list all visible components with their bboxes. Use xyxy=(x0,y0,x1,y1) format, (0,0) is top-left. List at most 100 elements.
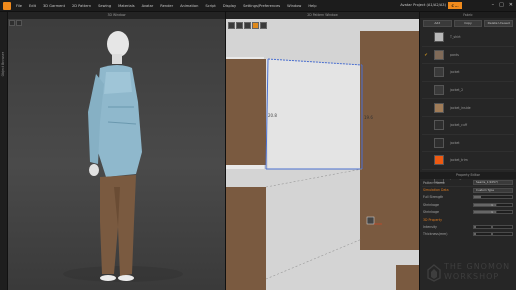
delete-unused-button[interactable]: Delete Unused xyxy=(484,20,514,27)
property-label: Thickness(mm) xyxy=(423,232,448,237)
property-slider[interactable]: 0 xyxy=(473,232,513,237)
3d-window-title: 3D Window xyxy=(8,12,225,19)
property-row: 3D Property xyxy=(420,216,516,223)
slider-value: 0 xyxy=(491,232,493,237)
property-label: Intensity xyxy=(423,225,437,230)
fabric-item[interactable]: jacket_inside xyxy=(422,99,514,117)
copy-fabric-button[interactable]: Copy xyxy=(453,20,483,27)
fabric-swatch[interactable] xyxy=(434,67,444,78)
slider-value: 100 xyxy=(491,210,497,215)
property-row: Shrinkage 100 xyxy=(420,209,516,216)
2d-window-title: 2D Pattern Window xyxy=(226,12,419,19)
fabric-name: jacket_cuff xyxy=(450,123,468,128)
fabric-swatch[interactable] xyxy=(434,155,444,166)
property-row: Full Strength xyxy=(420,194,516,201)
fabric-swatch[interactable] xyxy=(434,120,444,131)
fabric-swatch[interactable] xyxy=(434,85,444,96)
menu-display[interactable]: Display xyxy=(223,4,236,8)
fabric-name: pants xyxy=(450,52,459,57)
brand-chip[interactable]: C ... xyxy=(448,2,462,9)
property-label: Full Strength xyxy=(423,195,444,200)
fabric-name: jacket_trim xyxy=(450,158,468,163)
property-slider[interactable] xyxy=(473,195,513,200)
property-value-field[interactable]: Custom Type xyxy=(473,187,513,193)
menu-window[interactable]: Window xyxy=(287,4,301,8)
fabric-item[interactable]: jacket_trim xyxy=(422,152,514,170)
menu-3d-garment[interactable]: 3D Garment xyxy=(43,4,65,8)
menu-file[interactable]: File xyxy=(16,4,22,8)
slider-value: 0 xyxy=(491,225,493,230)
fabric-name: jacket xyxy=(450,140,460,145)
menu-render[interactable]: Render xyxy=(160,4,173,8)
fabric-name: jacket_inside xyxy=(450,105,471,110)
gnomon-watermark: THE GNOMON WORKSHOP xyxy=(422,258,516,290)
measure-label-1: 20.8 xyxy=(268,113,277,118)
fabric-item[interactable]: jacket xyxy=(422,135,514,153)
property-value-field[interactable]: Seams_1(1057) xyxy=(473,180,513,186)
menu-2d-pattern[interactable]: 2D Pattern xyxy=(72,4,91,8)
fabric-swatch[interactable] xyxy=(434,32,444,43)
maximize-icon[interactable]: □ xyxy=(499,2,504,8)
gnomon-logo-icon xyxy=(427,264,441,282)
menu-sewing[interactable]: Sewing xyxy=(98,4,111,8)
fabric-item[interactable]: ✔ pants xyxy=(422,47,514,65)
add-fabric-button[interactable]: Add xyxy=(423,20,452,27)
property-label: Shrinkage xyxy=(423,202,439,207)
fabric-swatch[interactable] xyxy=(434,102,444,113)
watermark-line1: THE GNOMON xyxy=(444,262,511,271)
segment-sewing-icon[interactable] xyxy=(260,22,267,29)
avatar-figure xyxy=(63,31,183,282)
3d-view-mode-icon[interactable] xyxy=(9,20,15,26)
2d-pattern-window[interactable]: 2D Pattern Window 20.8 19.6 xyxy=(226,12,420,290)
3d-display-icon[interactable] xyxy=(16,20,22,26)
property-label: Pattern Name xyxy=(423,180,445,185)
slider-fill xyxy=(474,196,481,199)
menu-materials[interactable]: Materials xyxy=(118,4,134,8)
fabric-list: T_shirt ✔ pants jacket jacket_2 jacket_inside… xyxy=(420,29,516,188)
slider-fill xyxy=(474,233,476,236)
sewing-tool-icon[interactable] xyxy=(252,22,259,29)
property-slider[interactable]: 100 xyxy=(473,210,513,215)
property-row: Thickness(mm) 0 xyxy=(420,231,516,238)
pattern-canvas[interactable]: 20.8 19.6 xyxy=(226,19,420,290)
property-row: Shrinkage 100 xyxy=(420,201,516,208)
fabric-swatch[interactable] xyxy=(434,49,444,60)
app-logo xyxy=(3,1,11,10)
property-label: 3D Property xyxy=(423,217,442,222)
menu-edit[interactable]: Edit xyxy=(29,4,36,8)
3d-window[interactable]: 3D Window xyxy=(8,12,226,290)
menu-help[interactable]: Help xyxy=(308,4,316,8)
fabric-active-icon: ✔ xyxy=(424,52,428,58)
property-row: Simulation Data Custom Type xyxy=(420,186,516,193)
property-row: Pattern Name Seams_1(1057) xyxy=(420,179,516,186)
slider-fill xyxy=(474,226,476,229)
menu-bar: File Edit 3D Garment 2D Pattern Sewing M… xyxy=(0,0,516,12)
object-browser-strip[interactable]: Object Browser xyxy=(0,12,8,290)
slider-value: 100 xyxy=(491,202,497,207)
fabric-item[interactable]: T_shirt xyxy=(422,29,514,47)
measure-label-2: 19.6 xyxy=(364,115,373,120)
sewing-cursor-icon xyxy=(366,216,375,225)
property-slider[interactable]: 0 xyxy=(473,225,513,230)
close-icon[interactable]: ✕ xyxy=(509,2,513,8)
menu-animation[interactable]: Animation xyxy=(180,4,198,8)
property-label: Shrinkage xyxy=(423,210,439,215)
select-tool-icon[interactable] xyxy=(228,22,235,29)
fabric-swatch[interactable] xyxy=(434,137,444,148)
menu-settings[interactable]: Settings/Preferences xyxy=(243,4,280,8)
edit-pattern-icon[interactable] xyxy=(236,22,243,29)
fabric-name: jacket xyxy=(450,70,460,75)
property-slider[interactable]: 100 xyxy=(473,202,513,207)
fabric-item[interactable]: jacket xyxy=(422,64,514,82)
pattern-piece-left-upper xyxy=(226,59,266,165)
pattern-piece-left-lower xyxy=(226,187,266,290)
menu-avatar[interactable]: Avatar xyxy=(142,4,154,8)
fabric-item[interactable]: jacket_2 xyxy=(422,82,514,100)
menu-script[interactable]: Script xyxy=(205,4,215,8)
watermark-line2: WORKSHOP xyxy=(444,272,500,281)
fabric-name: T_shirt xyxy=(450,35,461,40)
minimize-icon[interactable]: – xyxy=(492,2,495,8)
transform-icon[interactable] xyxy=(244,22,251,29)
property-label: Simulation Data xyxy=(423,188,449,193)
fabric-item[interactable]: jacket_cuff xyxy=(422,117,514,135)
